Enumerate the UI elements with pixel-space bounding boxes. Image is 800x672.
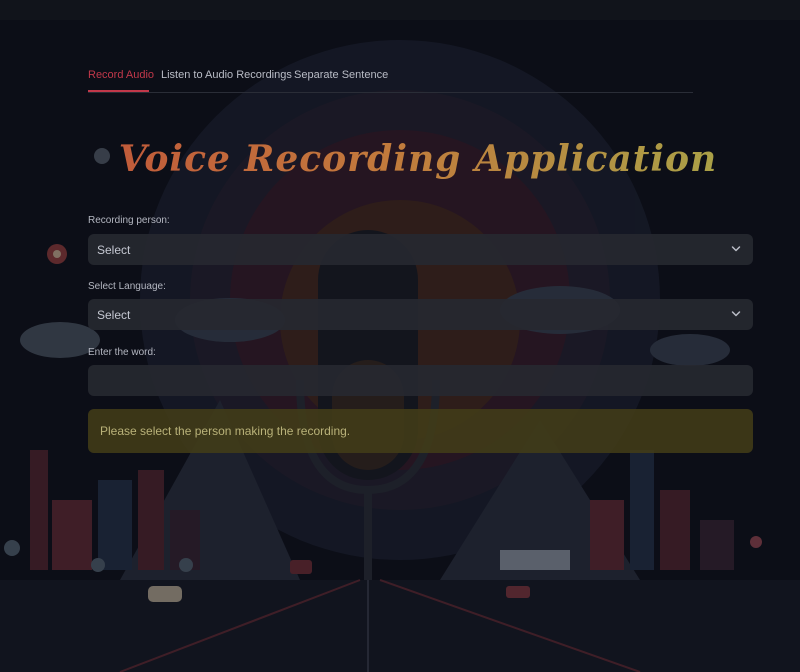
word-label: Enter the word: [88,347,156,358]
warning-alert-message: Please select the person making the reco… [100,424,351,438]
language-select[interactable]: Select [88,299,753,330]
tab-record-audio[interactable]: Record Audio [88,69,154,81]
app-content: Record Audio Listen to Audio Recordings … [0,0,800,672]
tab-separate-sentence[interactable]: Separate Sentence [294,69,388,81]
language-value: Select [97,307,131,322]
active-tab-indicator [88,90,149,92]
tab-listen-to-audio-recordings[interactable]: Listen to Audio Recordings [161,69,292,81]
recording-person-label: Recording person: [88,215,170,226]
language-label: Select Language: [88,281,166,292]
chevron-down-icon [731,246,741,252]
warning-alert: Please select the person making the reco… [88,409,753,453]
chevron-down-icon [731,311,741,317]
word-input[interactable] [88,365,753,396]
recording-person-value: Select [97,242,131,257]
recording-person-select[interactable]: Select [88,234,753,265]
tab-bar: Record Audio Listen to Audio Recordings … [88,62,693,93]
app-title: Voice Recording Application [88,138,748,180]
